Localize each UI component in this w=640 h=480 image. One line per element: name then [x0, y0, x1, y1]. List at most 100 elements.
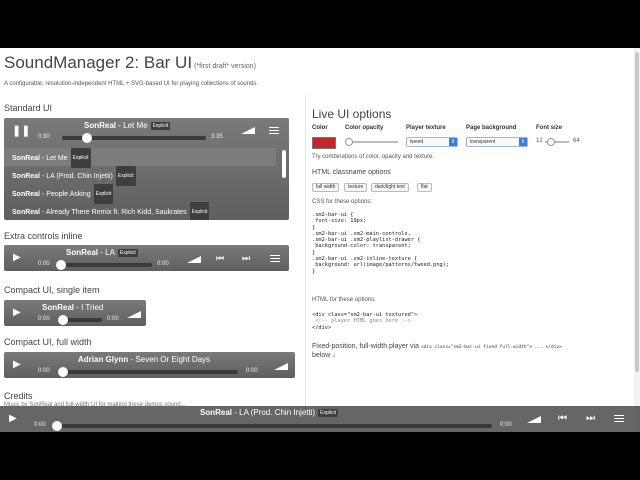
html-code-block: <div class="sm2-bar-ui textured"> <!-- p…	[312, 312, 417, 331]
fixed-full-width-player: ▶ SonReal - LA (Prod. Chin Injetti) Expli…	[0, 406, 640, 432]
track-title: Adrian Glynn - Seven Or Eight Days	[78, 355, 211, 364]
font-max-value: 64	[573, 138, 580, 144]
explicit-badge: Explicit	[117, 249, 138, 257]
menu-icon[interactable]	[270, 255, 280, 262]
volume-icon[interactable]	[274, 363, 288, 370]
playlist-item[interactable]: SonReal - People Asking Explicit	[4, 184, 276, 204]
texture-label: Player texture	[406, 125, 446, 131]
standard-player: ❚❚ SonReal - Let Me Explicit 0:30 3:35 So…	[4, 118, 289, 220]
explicit-badge: Explicit	[93, 184, 114, 204]
progress-knob[interactable]	[82, 133, 93, 143]
previous-icon[interactable]: ⏮	[558, 414, 567, 424]
chevron-down-icon: ⇕	[519, 138, 527, 146]
chip-full-width[interactable]: full width	[312, 183, 340, 192]
chip-dark-light-text[interactable]: dark/light text	[371, 183, 409, 192]
classnames-title: HTML classname options	[312, 169, 391, 176]
opacity-label: Color opacity	[345, 125, 384, 131]
volume-icon[interactable]	[241, 127, 255, 134]
color-picker[interactable]	[312, 137, 336, 149]
time-current: 0:00	[38, 261, 50, 267]
section-title-extra: Extra controls inline	[4, 231, 83, 241]
options-hint: Try combinations of color, opacity and t…	[312, 154, 435, 160]
track-title: SonReal - Let Me Explicit	[84, 121, 171, 130]
chip-flat[interactable]: flat	[417, 183, 432, 192]
background-select[interactable]: transparent ⇕	[466, 137, 528, 147]
time-total: 3:35	[211, 134, 223, 140]
track-title: SonReal - LA Explicit	[66, 248, 138, 257]
volume-icon[interactable]	[527, 416, 541, 423]
play-icon[interactable]: ▶	[9, 414, 17, 424]
playlist-item[interactable]: SonReal - Let Me Explicit	[4, 148, 276, 168]
opacity-slider-knob[interactable]	[345, 138, 353, 146]
scrollbar-thumb[interactable]	[635, 52, 639, 372]
play-icon[interactable]: ▶	[13, 253, 21, 263]
css-title: CSS for these options:	[312, 199, 373, 205]
live-options-title: Live UI options	[312, 107, 392, 121]
code-line: <!-- player HTML goes here -->	[312, 318, 411, 325]
page-title: SoundManager 2: Bar UI (*first draft* ver…	[4, 53, 256, 72]
progress-track[interactable]	[56, 263, 152, 267]
playlist-item[interactable]: SonReal - LA (Prod. Chin Injetti) Explici…	[4, 166, 276, 186]
time-total: 0:00	[107, 316, 119, 322]
next-icon[interactable]: ⏭	[586, 414, 595, 424]
opacity-slider[interactable]	[348, 141, 398, 143]
code-line: </div>	[312, 324, 332, 331]
track-title: SonReal - LA (Prod. Chin Injetti) Explici…	[200, 408, 339, 417]
play-icon[interactable]: ▶	[13, 360, 21, 370]
previous-icon[interactable]: ⏮	[216, 254, 224, 263]
title-note: (*first draft* version)	[194, 63, 256, 70]
progress-knob[interactable]	[58, 367, 68, 377]
code-line: }	[312, 268, 316, 275]
progress-track[interactable]	[58, 370, 238, 374]
below-arrow-text: below ↓	[312, 352, 336, 359]
extra-controls-player: ▶ SonReal - LA Explicit 0:00 0:00 ⏮ ⏭	[4, 245, 289, 271]
play-icon[interactable]: ▶	[13, 308, 21, 318]
texture-select[interactable]: tweed ⇕	[406, 137, 458, 147]
font-size-slider-knob[interactable]	[547, 138, 555, 146]
explicit-badge: Explicit	[189, 202, 210, 220]
playlist-scrollbar[interactable]	[282, 150, 286, 178]
chip-texture[interactable]: texture	[344, 183, 368, 192]
compact-single-player: ▶ SonReal - I Tried 0:00 0:00	[4, 300, 146, 326]
volume-icon[interactable]	[187, 256, 201, 263]
background-label: Page background	[466, 125, 517, 131]
font-min-value: 12	[536, 138, 543, 144]
volume-icon[interactable]	[127, 311, 141, 318]
compact-full-player: ▶ Adrian Glynn - Seven Or Eight Days 0:0…	[4, 352, 295, 378]
page-scrollbar[interactable]	[634, 48, 640, 432]
column-divider	[305, 94, 306, 432]
menu-icon[interactable]	[269, 127, 279, 134]
explicit-badge: Explicit	[318, 409, 339, 417]
code-line: background: url(image/patterns/tweed.png…	[312, 262, 450, 269]
tagline: A configurable, resolution-independent H…	[4, 81, 259, 87]
color-label: Color	[312, 125, 328, 131]
explicit-badge: Explicit	[70, 148, 91, 168]
page: SoundManager 2: Bar UI (*first draft* ver…	[0, 48, 640, 432]
font-size-label: Font size	[536, 125, 563, 131]
time-current: 0:30	[38, 134, 50, 140]
section-title-compact-full: Compact UI, full width	[4, 337, 92, 347]
time-total: 0:00	[246, 368, 258, 374]
progress-knob[interactable]	[56, 260, 66, 270]
section-title-compact-single: Compact UI, single item	[4, 285, 100, 295]
explicit-badge: Explicit	[115, 166, 136, 186]
time-total: 0:00	[157, 261, 169, 267]
menu-icon[interactable]	[614, 415, 624, 422]
track-title: SonReal - I Tried	[42, 303, 104, 312]
time-current: 0:00	[38, 368, 50, 374]
time-current: 0:00	[34, 422, 46, 428]
time-current: 0:00	[38, 316, 50, 322]
progress-track[interactable]	[52, 424, 492, 428]
time-total: 0:00	[500, 422, 512, 428]
section-title-standard: Standard UI	[4, 103, 53, 113]
fixed-position-note: Fixed-position, full-width player via <d…	[312, 343, 562, 350]
explicit-badge: Explicit	[150, 122, 171, 130]
section-title-credits: Credits	[4, 391, 33, 401]
pause-icon[interactable]: ❚❚	[12, 126, 30, 137]
progress-knob[interactable]	[58, 315, 68, 325]
next-icon[interactable]: ⏭	[242, 254, 250, 263]
playlist-item[interactable]: SonReal - Already There Remix ft. Rich K…	[4, 202, 276, 220]
chevron-down-icon: ⇕	[449, 138, 457, 146]
progress-knob[interactable]	[52, 421, 62, 431]
html-title: HTML for these options:	[312, 297, 376, 303]
